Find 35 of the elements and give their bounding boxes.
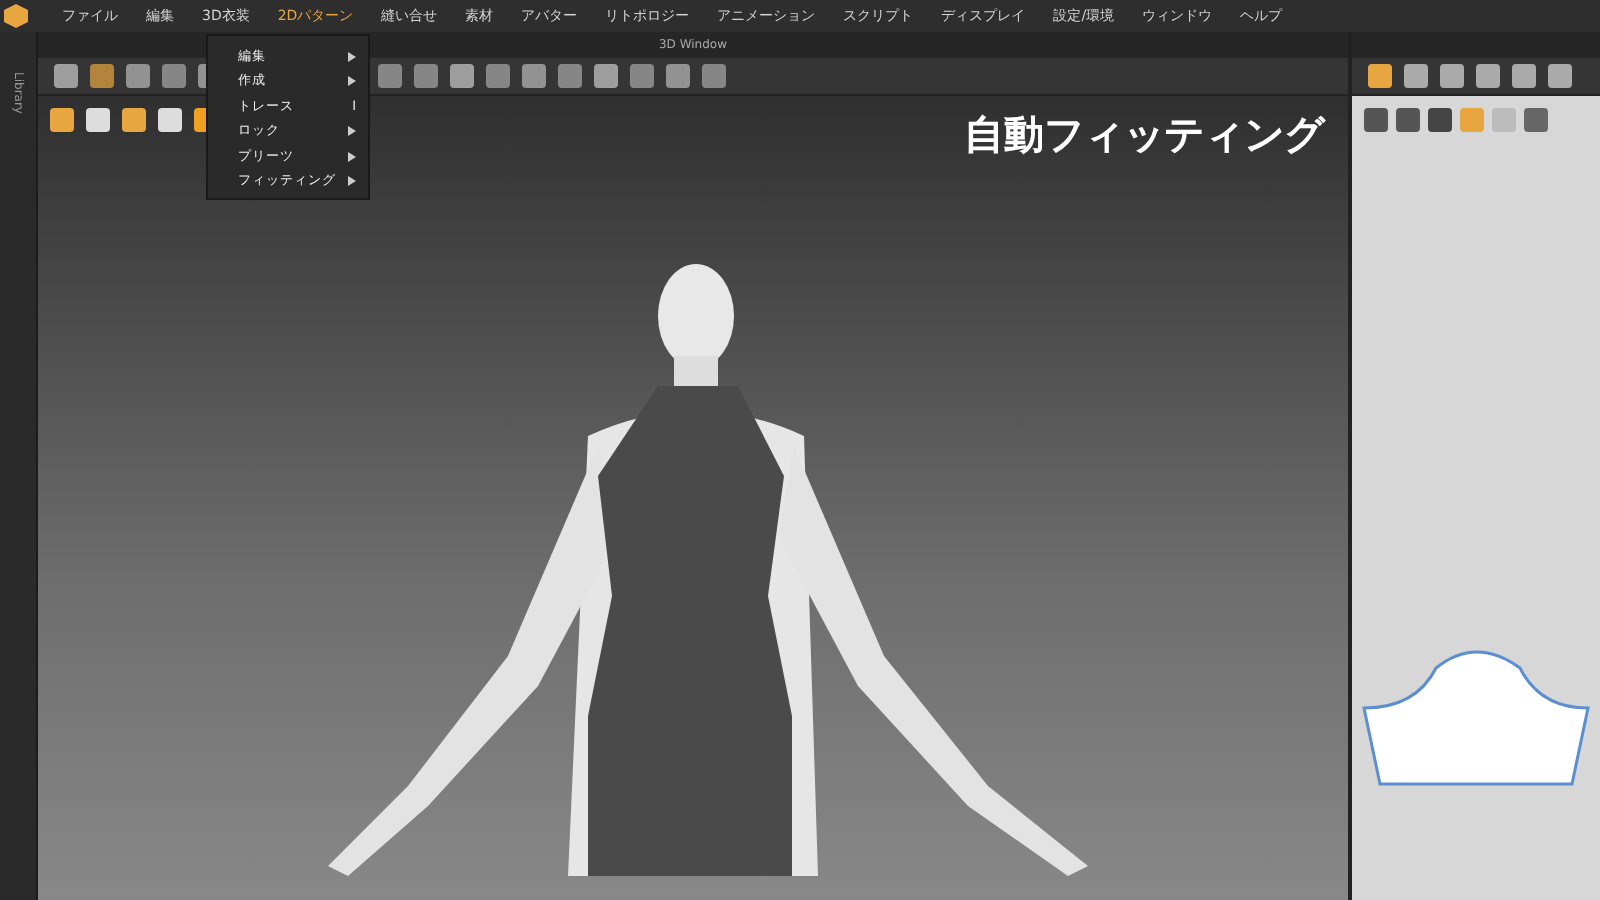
tool-icon[interactable] <box>1524 108 1548 132</box>
submenu-arrow-icon <box>348 176 356 187</box>
tool-icon[interactable] <box>522 64 546 88</box>
tool-icon[interactable] <box>486 64 510 88</box>
submenu-arrow-icon <box>348 151 356 162</box>
tool-icon[interactable] <box>1440 64 1464 88</box>
logo-icon <box>4 4 28 28</box>
tool-icon[interactable] <box>90 64 114 88</box>
tool-icon[interactable] <box>1548 64 1572 88</box>
tool-icon[interactable] <box>630 64 654 88</box>
tool-icon[interactable] <box>666 64 690 88</box>
tool-icon[interactable] <box>122 108 146 132</box>
tool-icon[interactable] <box>594 64 618 88</box>
tool-icon[interactable] <box>158 108 182 132</box>
tool-icon[interactable] <box>1396 108 1420 132</box>
tool-icon[interactable] <box>558 64 582 88</box>
tool-icon[interactable] <box>50 108 74 132</box>
tool-icon[interactable] <box>126 64 150 88</box>
tool-icon[interactable] <box>378 64 402 88</box>
tool-icon[interactable] <box>1364 108 1388 132</box>
tool-icon[interactable] <box>1368 64 1392 88</box>
tool-icon[interactable] <box>450 64 474 88</box>
tool-icon[interactable] <box>86 108 110 132</box>
submenu-arrow-icon <box>348 76 356 87</box>
tool-icon[interactable] <box>1512 64 1536 88</box>
submenu-arrow-icon <box>348 126 356 137</box>
submenu-arrow-icon <box>348 51 356 62</box>
tool-icon[interactable] <box>1476 64 1500 88</box>
tool-icon[interactable] <box>414 64 438 88</box>
tool-icon[interactable] <box>1428 108 1452 132</box>
caption-text: 自動フィッティング <box>964 108 1324 162</box>
tool-icon[interactable] <box>162 64 186 88</box>
tool-icon[interactable] <box>1404 64 1428 88</box>
tool-icon[interactable] <box>54 64 78 88</box>
tool-icon[interactable] <box>702 64 726 88</box>
